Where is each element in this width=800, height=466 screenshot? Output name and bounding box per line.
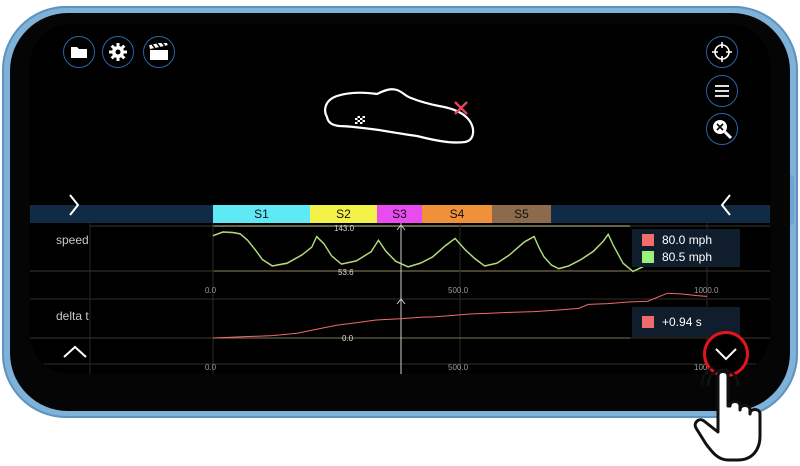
pointing-hand-icon: [693, 366, 762, 462]
speed-series-line-1: [212, 231, 693, 273]
legend-row: 80.0 mph: [642, 233, 712, 247]
legend-swatch: [642, 251, 654, 263]
speed-series-line-0: [212, 231, 658, 273]
legend-row: +0.94 s: [642, 315, 702, 329]
legend-value: 80.0 mph: [662, 233, 713, 247]
delta-y-zero-label: 0.0: [342, 334, 354, 343]
speed-series-group: [212, 231, 693, 273]
stage: S1 S2 S3 S4 S5 speed delta t 143.0 53.6 …: [0, 0, 800, 466]
legend-value: 80.5 mph: [662, 250, 713, 264]
app-screen: S1 S2 S3 S4 S5 speed delta t 143.0 53.6 …: [30, 24, 770, 374]
chevron-up-icon[interactable]: [62, 344, 88, 360]
legend-value: +0.94 s: [662, 315, 702, 329]
delta-x-tick: 500.0: [448, 363, 469, 372]
chevron-down-icon: [715, 348, 737, 361]
speed-y-max-label: 143.0: [334, 224, 355, 233]
legend-swatch: [642, 316, 654, 328]
speed-legend: 80.0 mph 80.5 mph: [632, 229, 740, 267]
legend-swatch: [642, 234, 654, 246]
speed-x-tick: 0.0: [205, 286, 217, 295]
speed-x-tick: 1000.0: [694, 286, 719, 295]
delta-x-tick: 0.0: [205, 363, 217, 372]
legend-row: 80.5 mph: [642, 250, 712, 264]
speed-y-min-label: 53.6: [338, 268, 354, 277]
speed-x-tick: 500.0: [448, 286, 469, 295]
